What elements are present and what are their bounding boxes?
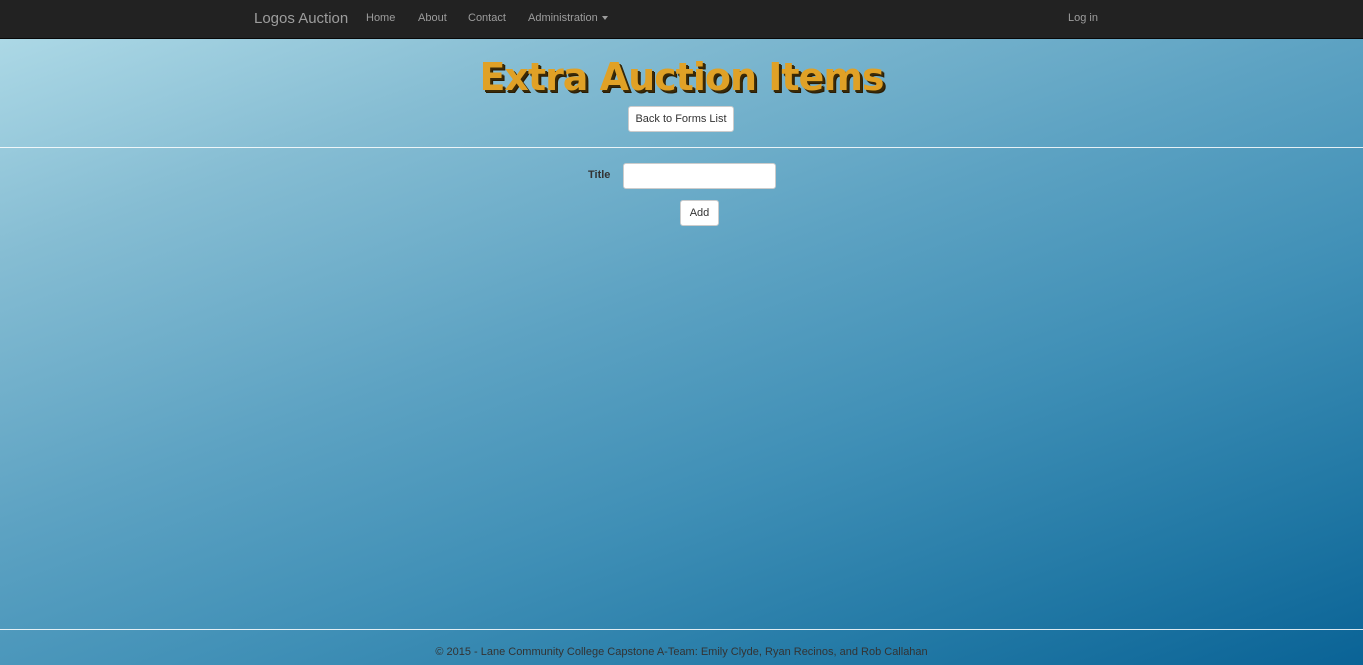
page-title: Extra Auction Items: [479, 55, 884, 99]
nav-about[interactable]: About: [418, 12, 447, 25]
footer-text: © 2015 - Lane Community College Capstone…: [435, 646, 928, 658]
divider: [0, 147, 1363, 148]
nav-contact[interactable]: Contact: [468, 12, 506, 25]
title-label: Title: [588, 169, 611, 181]
caret-down-icon: [601, 16, 608, 21]
title-input[interactable]: [623, 163, 776, 189]
nav-administration-label: Administration: [528, 12, 598, 24]
top-navbar: Logos Auction Home About Contact Adminis…: [0, 0, 1363, 39]
back-to-forms-list-button[interactable]: Back to Forms List: [628, 106, 734, 132]
footer-divider: [0, 629, 1363, 630]
nav-home[interactable]: Home: [366, 12, 395, 25]
nav-administration-dropdown[interactable]: Administration: [528, 12, 608, 25]
login-link[interactable]: Log in: [1068, 12, 1098, 25]
brand-link[interactable]: Logos Auction: [254, 10, 348, 27]
add-button[interactable]: Add: [680, 200, 719, 226]
